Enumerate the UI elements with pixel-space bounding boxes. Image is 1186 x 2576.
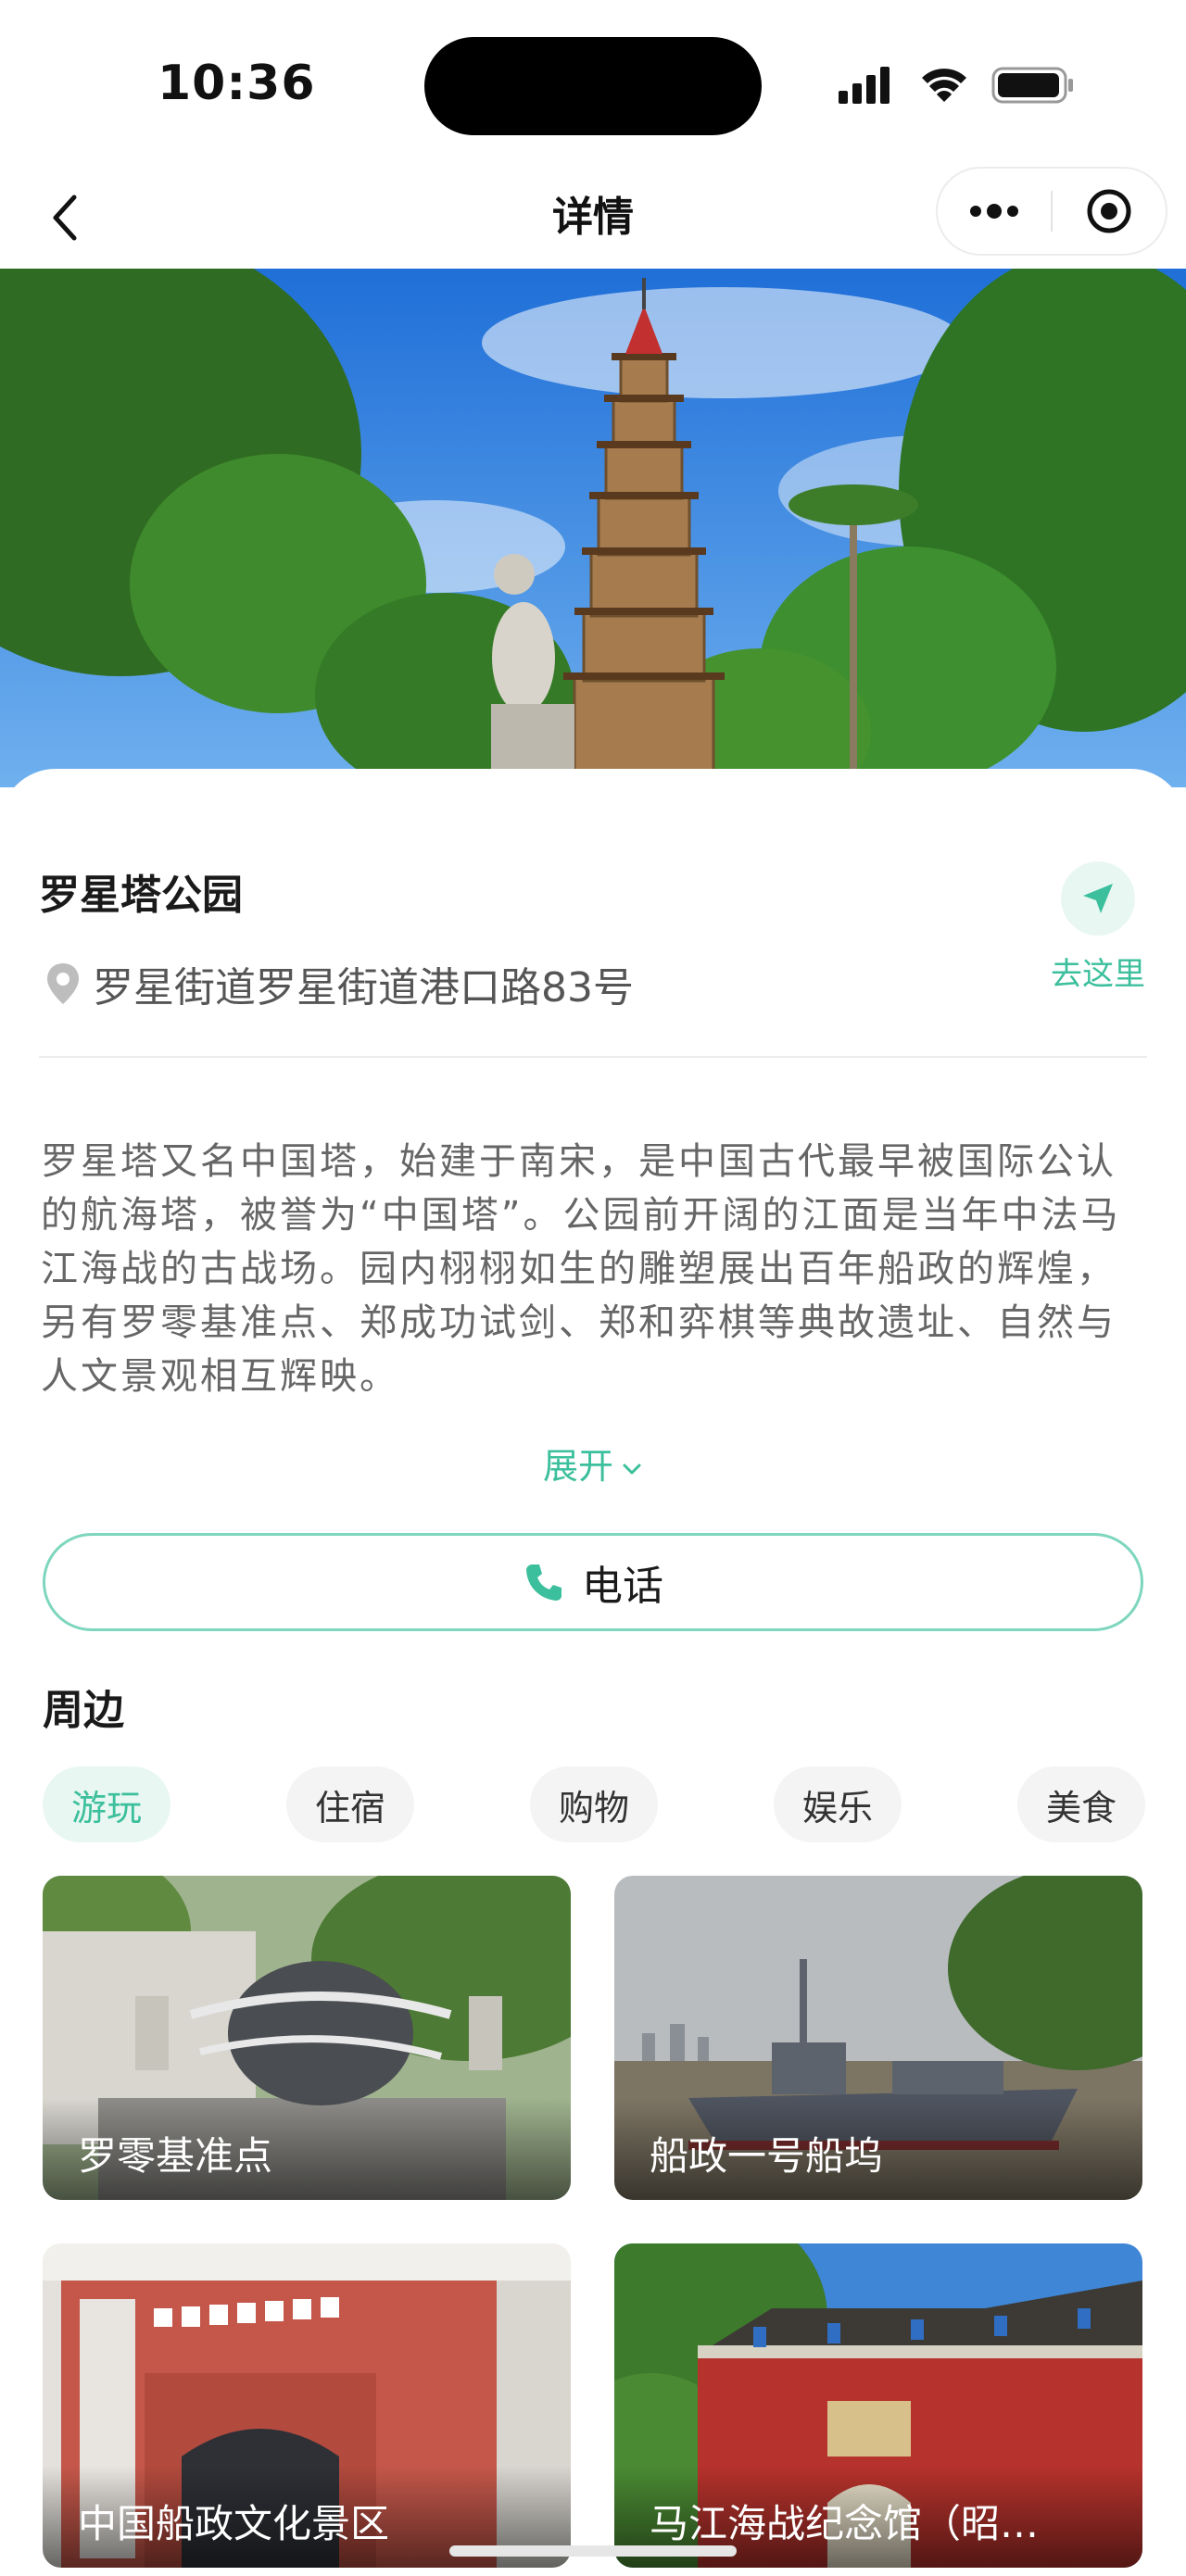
tab-entertainment[interactable]: 娱乐 (774, 1766, 902, 1842)
more-button[interactable] (938, 169, 1051, 254)
status-bar: 10:36 (0, 0, 1186, 167)
nearby-title: 周边 (43, 1687, 124, 1734)
navigate-button[interactable]: 去这里 (1047, 861, 1149, 1000)
battery-icon (991, 67, 1073, 104)
poi-card[interactable]: 罗零基准点 (43, 1876, 571, 2200)
tab-food[interactable]: 美食 (1017, 1766, 1145, 1842)
nav-bar: 详情 (0, 167, 1186, 269)
status-time: 10:36 (158, 56, 316, 111)
tab-lodging[interactable]: 住宿 (286, 1766, 414, 1842)
poi-name: 船政一号船坞 (650, 2133, 884, 2179)
hero-image (0, 269, 1186, 787)
close-miniprogram-button[interactable] (1053, 169, 1166, 254)
home-indicator (449, 2545, 737, 2557)
tab-play[interactable]: 游玩 (43, 1766, 170, 1842)
tab-shopping[interactable]: 购物 (530, 1766, 658, 1842)
navigate-label: 去这里 (1051, 956, 1145, 993)
navigation-arrow-icon (1083, 884, 1113, 913)
wifi-icon (922, 69, 966, 102)
target-close-icon (1087, 189, 1131, 233)
poi-card[interactable]: 中国船政文化景区 (43, 2243, 571, 2568)
expand-toggle[interactable]: 展开 (0, 1438, 1186, 1489)
place-address: 罗星街道罗星街道港口路83号 (93, 964, 634, 1012)
mini-program-capsule (936, 167, 1167, 256)
phone-icon (526, 1564, 561, 1601)
divider (39, 1056, 1147, 1058)
poi-card[interactable]: 船政一号船坞 (614, 1876, 1142, 2200)
signal-icon (839, 67, 890, 104)
poi-name: 马江海战纪念馆（昭… (650, 2501, 1040, 2546)
navigate-circle (1061, 861, 1135, 936)
dynamic-island (424, 37, 762, 135)
poi-card[interactable]: 马江海战纪念馆（昭… (614, 2243, 1142, 2568)
detail-card: 罗星塔公园 罗星街道罗星街道港口路83号 去这里 罗星塔又名中国塔，始建于南宋，… (0, 769, 1186, 2576)
place-description: 罗星塔又名中国塔，始建于南宋，是中国古代最早被国际公认的航海塔，被誉为“中国塔”… (41, 1140, 1121, 1398)
expand-label: 展开 (542, 1446, 613, 1487)
location-pin-icon (47, 963, 79, 1004)
place-name: 罗星塔公园 (39, 872, 243, 919)
chevron-down-icon (623, 1464, 641, 1474)
status-icons (839, 67, 1073, 104)
phone-label: 电话 (582, 1563, 663, 1610)
address-row: 罗星街道罗星街道港口路83号 (44, 954, 634, 1013)
nearby-tabs: 游玩 住宿 购物 娱乐 美食 (43, 1766, 1145, 1842)
phone-button[interactable]: 电话 (43, 1533, 1143, 1631)
poi-name: 罗零基准点 (78, 2133, 273, 2179)
more-dots-icon (970, 204, 1018, 219)
poi-name: 中国船政文化景区 (78, 2501, 390, 2546)
